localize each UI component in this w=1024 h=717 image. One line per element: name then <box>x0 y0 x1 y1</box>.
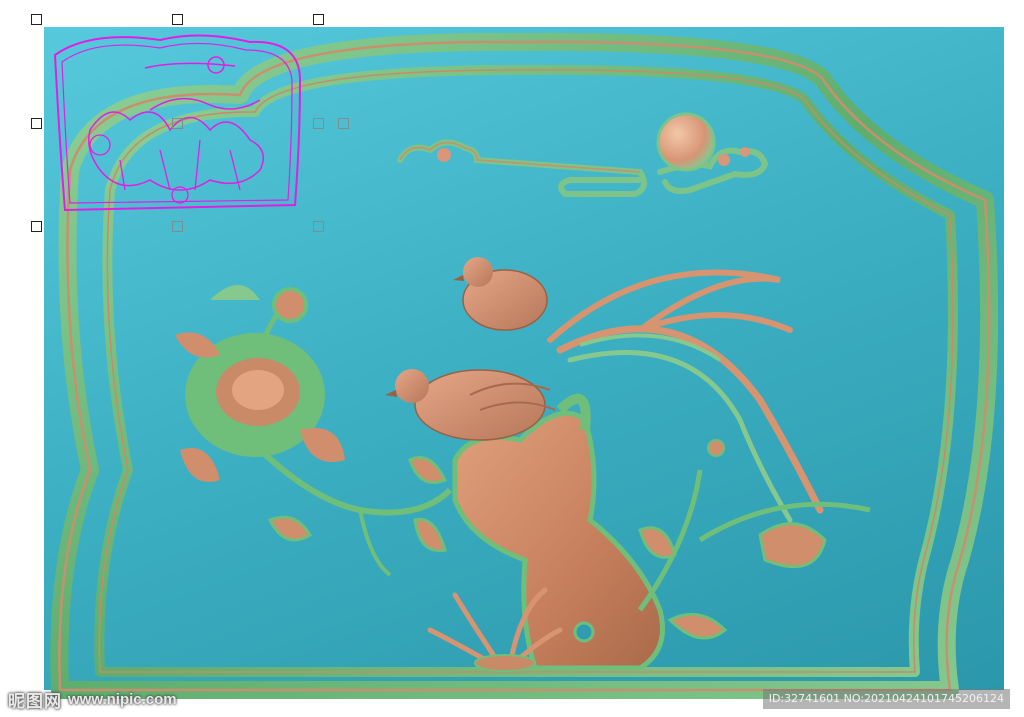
pheasant-pair <box>385 257 824 523</box>
watermark-site: www.nipic.com <box>68 690 177 708</box>
selection-handle[interactable] <box>31 118 42 129</box>
selection-handle[interactable] <box>31 14 42 25</box>
selection-handle[interactable] <box>313 118 324 129</box>
peony-flower <box>175 285 453 577</box>
moon <box>656 112 716 172</box>
watermark-logo: 昵图网 <box>8 691 62 712</box>
relief-artwork <box>50 32 999 699</box>
selection-handle[interactable] <box>313 221 324 232</box>
selection-handle[interactable] <box>172 14 183 25</box>
flowering-branch <box>637 439 871 640</box>
watermark-brand: 昵图网 www.nipic.com <box>8 688 177 712</box>
selection-handle[interactable] <box>172 221 183 232</box>
selection-handle[interactable] <box>313 14 324 25</box>
selection-handle[interactable] <box>338 118 349 129</box>
watermark-id: ID:32741601 NO:20210424101745206124 <box>762 689 1010 709</box>
selection-handle[interactable] <box>172 118 183 129</box>
selection-handle[interactable] <box>31 221 42 232</box>
